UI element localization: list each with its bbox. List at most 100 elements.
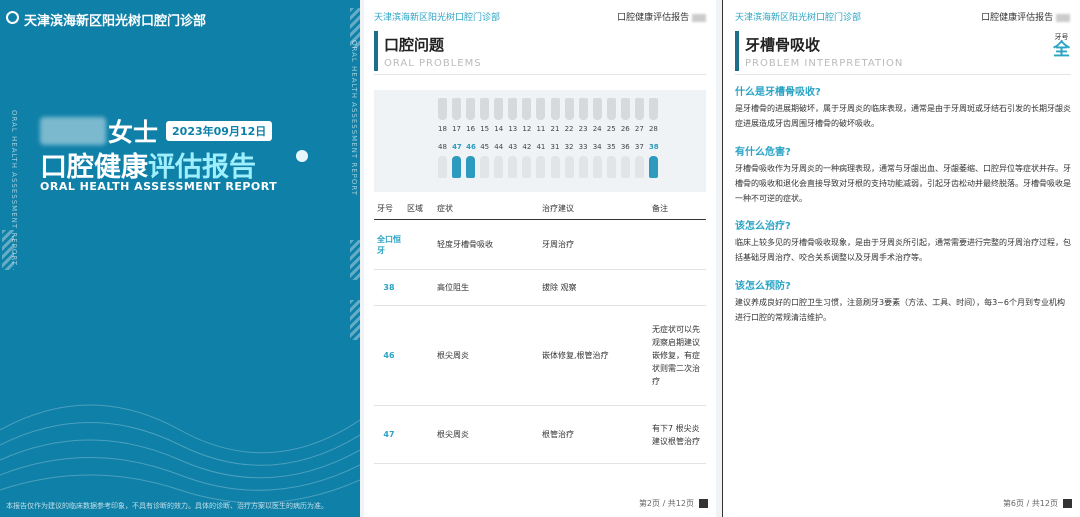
tooth-number: 45 bbox=[480, 143, 490, 151]
tooth-icon bbox=[438, 156, 447, 178]
upper-teeth bbox=[438, 98, 658, 120]
tooth-number: 24 bbox=[592, 125, 602, 133]
tooth-icon bbox=[452, 98, 462, 120]
tooth-number: 11 bbox=[536, 125, 546, 133]
table-row: 47 根尖周炎 根管治疗 有下7 根尖炎 建议根管治疗 bbox=[374, 405, 706, 464]
cover-wave-graphic bbox=[0, 404, 360, 504]
cell-tooth: 47 bbox=[374, 405, 404, 464]
cover-title-part2: 评估报告 bbox=[148, 152, 256, 183]
decor-stripe bbox=[350, 300, 360, 340]
page-header-report: 口腔健康评估报告 bbox=[981, 10, 1070, 23]
tooth-icon bbox=[606, 98, 616, 120]
tooth-icon bbox=[620, 98, 630, 120]
tooth-icon bbox=[508, 156, 518, 178]
tooth-tag: 牙号 全 bbox=[1053, 32, 1070, 59]
tooth-number: 17 bbox=[452, 125, 462, 133]
patient-name-redacted bbox=[40, 117, 106, 145]
section-title: 口腔问题 bbox=[384, 36, 445, 54]
tooth-icon bbox=[564, 98, 574, 120]
lower-tooth-numbers: 48 47 46 45 44 43 42 41 31 32 33 34 35 36 37 38 bbox=[438, 143, 659, 151]
tooth-icon bbox=[536, 156, 546, 178]
col-symptom: 症状 bbox=[434, 198, 539, 220]
cover-disclaimer: 本报告仅作为建议的临床数据参考印象，不具有诊断的效力。具体的诊断、治疗方案以医生… bbox=[6, 502, 328, 510]
decor-stripe bbox=[2, 230, 14, 270]
answer-text: 牙槽骨吸收作为牙周炎的一种病理表现，通常与牙龈出血、牙龈萎缩、口腔异位等症状并存… bbox=[735, 164, 1071, 203]
cell-note: 无症状可以先观察启期建议嵌修复，有症状则需二次治疗 bbox=[649, 305, 706, 406]
page-number: 第2页 / 共12页 bbox=[639, 498, 708, 509]
tooth-number: 43 bbox=[508, 143, 518, 151]
section-title-en: ORAL PROBLEMS bbox=[384, 58, 482, 69]
tooth-icon bbox=[438, 98, 447, 120]
tooth-number: 21 bbox=[550, 125, 560, 133]
tooth-icon bbox=[494, 156, 504, 178]
tooth-number: 16 bbox=[466, 125, 476, 133]
tooth-icon bbox=[508, 98, 518, 120]
tooth-icon bbox=[522, 156, 532, 178]
tooth-icon bbox=[564, 156, 574, 178]
page-number: 第6页 / 共12页 bbox=[1003, 498, 1072, 509]
cell-symptom: 根尖周炎 bbox=[434, 405, 539, 464]
tooth-number: 33 bbox=[578, 143, 588, 151]
col-tooth: 牙号 bbox=[374, 198, 404, 220]
tooth-number: 47 bbox=[452, 143, 462, 151]
cell-note bbox=[649, 219, 706, 270]
tooth-number: 36 bbox=[620, 143, 630, 151]
tooth-icon bbox=[578, 156, 588, 178]
section-divider bbox=[735, 74, 1071, 75]
cell-area bbox=[404, 269, 434, 306]
tooth-number: 28 bbox=[648, 125, 658, 133]
upper-tooth-numbers: 18 17 16 15 14 13 12 11 21 22 23 24 25 26 27 28 bbox=[438, 125, 658, 133]
tooth-number: 44 bbox=[494, 143, 504, 151]
tooth-number: 25 bbox=[606, 125, 616, 133]
tooth-number: 15 bbox=[480, 125, 490, 133]
page-header-report: 口腔健康评估报告 bbox=[617, 10, 706, 23]
tooth-icon bbox=[550, 98, 560, 120]
tooth-number: 37 bbox=[634, 143, 644, 151]
tooth-highlighted-icon bbox=[648, 156, 658, 178]
page-number-text: 第2页 / 共12页 bbox=[638, 499, 694, 508]
tooth-number: 38 bbox=[648, 143, 659, 151]
section-bar bbox=[374, 31, 378, 71]
cell-treatment: 拔除 观察 bbox=[539, 269, 649, 306]
tooth-number: 46 bbox=[466, 143, 476, 151]
tooth-icon bbox=[634, 156, 644, 178]
tooth-icon bbox=[620, 156, 630, 178]
question-heading: 有什么危害? bbox=[735, 147, 791, 158]
page-header-clinic: 天津滨海新区阳光树口腔门诊部 bbox=[735, 13, 862, 23]
cell-treatment: 根管治疗 bbox=[539, 405, 649, 464]
tooth-number: 48 bbox=[438, 143, 447, 151]
col-area: 区域 bbox=[404, 198, 434, 220]
cell-note: 有下7 根尖炎 建议根管治疗 bbox=[649, 405, 706, 464]
cell-symptom: 轻度牙槽骨吸收 bbox=[434, 219, 539, 270]
section-title: 牙槽骨吸收 bbox=[745, 36, 821, 54]
decor-stripe bbox=[350, 8, 360, 48]
cell-tooth: 38 bbox=[374, 269, 404, 306]
table-row: 38 高位阻生 拔除 观察 bbox=[374, 269, 706, 306]
table-header-row: 牙号 区域 症状 治疗建议 备注 bbox=[374, 198, 706, 220]
tooth-number: 26 bbox=[620, 125, 630, 133]
cell-area bbox=[404, 405, 434, 464]
page-header-report-title: 口腔健康评估报告 bbox=[981, 13, 1054, 23]
patient-name-row: 女士 2023年09月12日 bbox=[40, 113, 273, 149]
tooth-icon bbox=[550, 156, 560, 178]
tooth-number: 22 bbox=[564, 125, 574, 133]
cover-clinic-name: 天津滨海新区阳光树口腔门诊部 bbox=[24, 14, 207, 29]
problems-table: 牙号 区域 症状 治疗建议 备注 全口恒牙 轻度牙槽骨吸收 牙周治疗 38 高位… bbox=[374, 198, 706, 464]
clinic-logo-icon bbox=[6, 11, 19, 24]
tooth-number: 34 bbox=[592, 143, 602, 151]
cell-treatment: 嵌体修复,根管治疗 bbox=[539, 305, 649, 406]
tooth-highlighted-icon bbox=[452, 156, 462, 178]
cell-area bbox=[404, 219, 434, 270]
section-divider bbox=[374, 74, 706, 75]
cover-subtitle: ORAL HEALTH ASSESSMENT REPORT bbox=[40, 180, 278, 193]
cover-title: 口腔健康评估报告 bbox=[40, 145, 256, 184]
tooth-icon bbox=[592, 98, 602, 120]
page-oral-problems: 天津滨海新区阳光树口腔门诊部 口腔健康评估报告 口腔问题 ORAL PROBLE… bbox=[364, 0, 716, 517]
page-problem-interpretation: 天津滨海新区阳光树口腔门诊部 口腔健康评估报告 牙槽骨吸收 PROBLEM IN… bbox=[722, 0, 1080, 517]
page-header-clinic: 天津滨海新区阳光树口腔门诊部 bbox=[374, 13, 501, 23]
cell-symptom: 根尖周炎 bbox=[434, 305, 539, 406]
decor-dot bbox=[296, 150, 308, 162]
question-heading: 什么是牙槽骨吸收? bbox=[735, 87, 821, 98]
tooth-icon bbox=[522, 98, 532, 120]
tooth-number: 42 bbox=[522, 143, 532, 151]
